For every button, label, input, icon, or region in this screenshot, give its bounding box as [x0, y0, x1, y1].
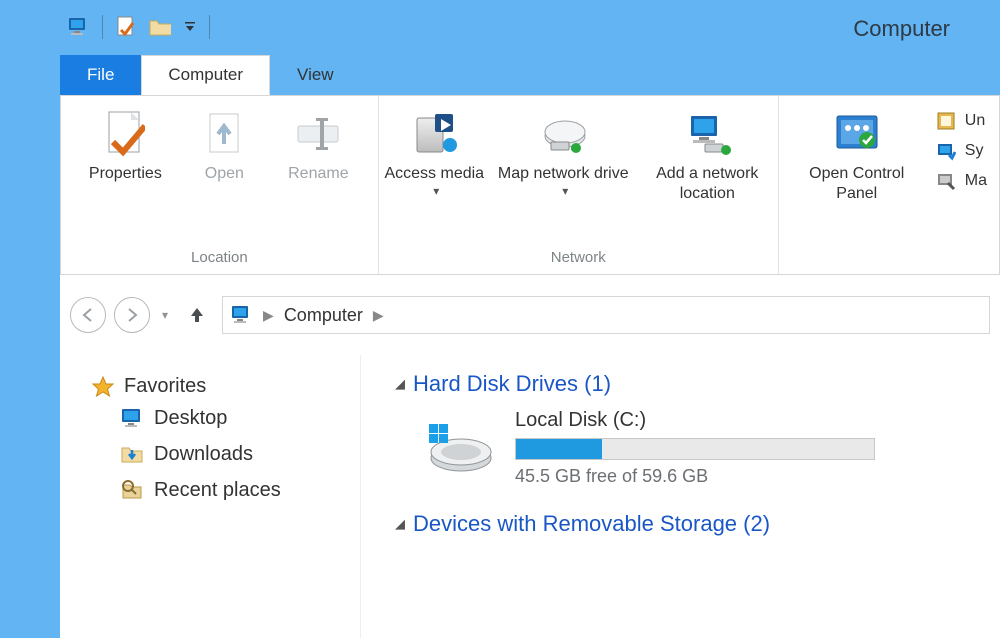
separator [102, 15, 103, 39]
sidebar-item-downloads[interactable]: Downloads [120, 442, 350, 466]
category-count: 1 [591, 371, 603, 396]
category-label: Hard Disk Drives [413, 371, 578, 396]
open-label: Open [205, 164, 244, 184]
new-folder-icon[interactable] [149, 16, 171, 38]
drive-free-text: 45.5 GB free of 59.6 GB [515, 466, 875, 487]
sidebar-item-desktop[interactable]: Desktop [120, 406, 350, 430]
forward-button[interactable] [114, 297, 150, 333]
main-pane: ◢ Hard Disk Drives (1) Local [360, 355, 1000, 638]
desktop-icon [120, 406, 144, 430]
ribbon-group-network: Access media▾ Map network drive▾ Add a n… [379, 96, 779, 274]
rename-button[interactable]: Rename [268, 104, 368, 210]
drive-info: Local Disk (C:) 45.5 GB free of 59.6 GB [515, 409, 875, 487]
computer-icon [68, 16, 90, 38]
computer-icon [231, 305, 253, 325]
category-label: Devices with Removable Storage [413, 511, 737, 536]
manage-icon [935, 170, 957, 192]
ribbon-group-system: Open Control Panel Un Sy Ma [779, 96, 999, 274]
collapse-icon[interactable]: ◢ [395, 516, 405, 532]
map-network-drive-button[interactable]: Map network drive▾ [493, 104, 633, 210]
dropdown-caret-icon: ▾ [433, 184, 439, 199]
ribbon: Properties Open Rename Location [60, 95, 1000, 275]
system-properties-label: Sy [965, 142, 984, 160]
category-count: 2 [751, 511, 763, 536]
sidebar-item-label: Downloads [154, 443, 253, 466]
history-dropdown-icon[interactable]: ▾ [158, 308, 172, 322]
group-title-system [887, 245, 891, 272]
access-media-icon [410, 110, 458, 158]
downloads-icon [120, 442, 144, 466]
open-control-panel-button[interactable]: Open Control Panel [787, 104, 927, 210]
add-network-location-label: Add a network location [639, 164, 775, 204]
ribbon-tabs: File Computer View [60, 55, 361, 95]
breadcrumb-separator-icon[interactable]: ▶ [373, 307, 384, 324]
access-media-label: Access media [384, 164, 484, 184]
group-title-network: Network [551, 245, 606, 272]
map-network-drive-icon [539, 110, 587, 158]
tab-file[interactable]: File [60, 55, 141, 95]
rename-icon [294, 110, 342, 158]
properties-label: Properties [89, 164, 162, 184]
sidebar-item-label: Desktop [154, 407, 227, 430]
recent-places-icon [120, 478, 144, 502]
uninstall-label: Un [965, 112, 985, 130]
collapse-icon[interactable]: ◢ [395, 376, 405, 392]
sidebar-item-label: Recent places [154, 479, 281, 502]
manage-label: Ma [965, 172, 987, 190]
add-network-location-button[interactable]: Add a network location [637, 104, 777, 210]
map-network-drive-label: Map network drive [498, 164, 629, 184]
navigation-pane: Favorites Desktop Downloads Recent place… [60, 355, 360, 638]
add-network-location-icon [683, 110, 731, 158]
tab-view[interactable]: View [270, 55, 361, 95]
address-bar[interactable]: ▶ Computer ▶ [222, 296, 990, 334]
control-panel-icon [833, 110, 881, 158]
category-hard-disk-drives[interactable]: ◢ Hard Disk Drives (1) [395, 371, 990, 397]
breadcrumb-separator-icon[interactable]: ▶ [263, 307, 274, 324]
properties-icon [101, 110, 149, 158]
drive-usage-bar [515, 438, 875, 460]
star-icon [92, 376, 114, 398]
group-title-location: Location [191, 245, 248, 272]
back-button[interactable] [70, 297, 106, 333]
drive-usage-fill [516, 439, 602, 459]
content-area: Favorites Desktop Downloads Recent place… [60, 355, 1000, 638]
breadcrumb-computer[interactable]: Computer [284, 305, 363, 326]
category-removable-storage[interactable]: ◢ Devices with Removable Storage (2) [395, 511, 990, 537]
title-bar: Computer File Computer View [0, 0, 1000, 95]
dropdown-caret-icon: ▾ [562, 184, 568, 199]
manage-button[interactable]: Ma [935, 170, 987, 192]
favorites-label: Favorites [124, 375, 206, 398]
hard-drive-icon [425, 420, 495, 476]
properties-icon[interactable] [115, 16, 137, 38]
system-properties-icon [935, 140, 957, 162]
open-button[interactable]: Open [184, 104, 264, 210]
uninstall-programs-button[interactable]: Un [935, 110, 987, 132]
quick-access-toolbar [68, 15, 210, 39]
ribbon-group-location: Properties Open Rename Location [61, 96, 379, 274]
up-button[interactable] [180, 305, 214, 325]
rename-label: Rename [288, 164, 348, 184]
favorites-header[interactable]: Favorites [92, 375, 350, 398]
access-media-button[interactable]: Access media▾ [379, 104, 489, 210]
qat-dropdown-icon[interactable] [183, 16, 197, 38]
drive-name: Local Disk (C:) [515, 409, 875, 432]
open-icon [200, 110, 248, 158]
sidebar-item-recent-places[interactable]: Recent places [120, 478, 350, 502]
properties-button[interactable]: Properties [70, 104, 180, 210]
separator [209, 15, 210, 39]
navigation-bar: ▾ ▶ Computer ▶ [60, 275, 1000, 355]
window-title: Computer [853, 16, 950, 42]
system-properties-button[interactable]: Sy [935, 140, 987, 162]
drive-local-disk-c[interactable]: Local Disk (C:) 45.5 GB free of 59.6 GB [425, 409, 990, 487]
tab-computer[interactable]: Computer [141, 55, 270, 95]
open-control-panel-label: Open Control Panel [789, 164, 925, 204]
uninstall-icon [935, 110, 957, 132]
